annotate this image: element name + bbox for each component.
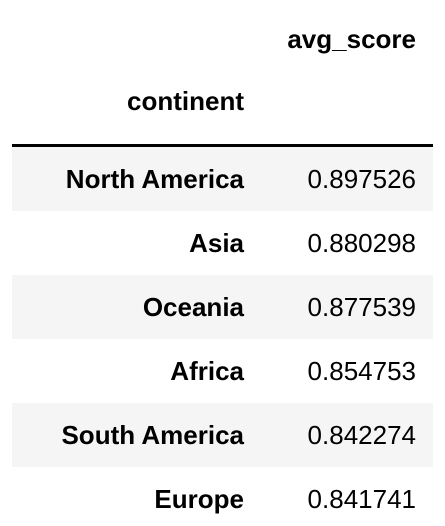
avg-score-cell: 0.877539: [307, 292, 416, 322]
table-row: Europe 0.841741: [12, 467, 433, 526]
column-header-row: avg_score: [12, 0, 433, 78]
table-row: Africa 0.854753: [12, 339, 433, 403]
row-index-label: Asia: [189, 228, 244, 258]
table-body: North America 0.897526 Asia 0.880298 Oce…: [12, 145, 433, 526]
table-row: South America 0.842274: [12, 403, 433, 467]
index-name-header: continent: [127, 86, 244, 116]
column-header-avg-score: avg_score: [287, 24, 416, 54]
index-name-row: continent: [12, 78, 433, 146]
row-index-label: Africa: [170, 356, 244, 386]
row-index-label: South America: [61, 420, 244, 450]
table-row: Oceania 0.877539: [12, 275, 433, 339]
row-index-label: Oceania: [142, 292, 244, 322]
header-blank-cell: [12, 0, 246, 78]
table-row: North America 0.897526: [12, 145, 433, 211]
table-row: Asia 0.880298: [12, 211, 433, 275]
avg-score-cell: 0.842274: [307, 420, 416, 450]
index-name-blank-cell: [246, 78, 433, 146]
avg-score-cell: 0.854753: [307, 356, 416, 386]
row-index-label: Europe: [154, 484, 244, 514]
table-header: avg_score continent: [12, 0, 433, 146]
avg-score-cell: 0.880298: [307, 228, 416, 258]
avg-score-cell: 0.841741: [307, 484, 416, 514]
avg-score-cell: 0.897526: [307, 164, 416, 194]
notebook-output: avg_score continent North America 0.8975…: [0, 0, 445, 526]
dataframe-table: avg_score continent North America 0.8975…: [12, 0, 433, 526]
row-index-label: North America: [65, 164, 244, 194]
